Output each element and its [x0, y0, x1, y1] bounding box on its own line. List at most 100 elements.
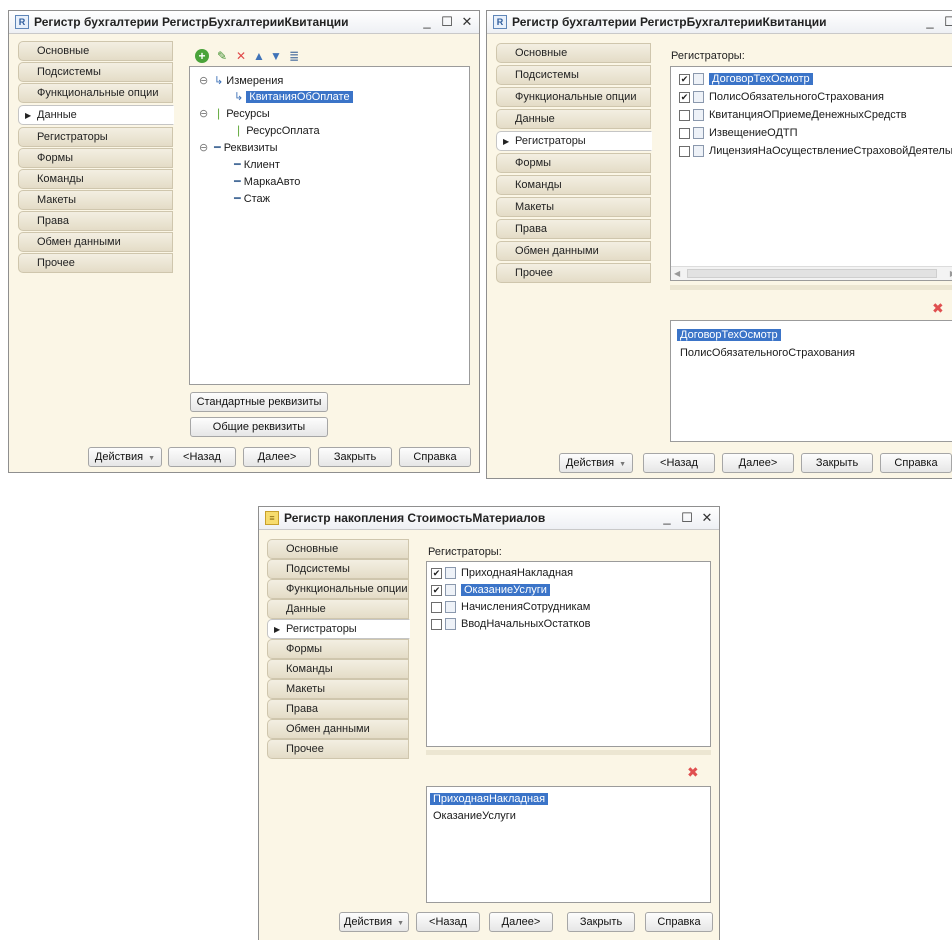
close-icon[interactable]: ✕ — [461, 14, 473, 30]
actions-button[interactable]: Действия ▼ — [339, 912, 409, 932]
tree-group-dimensions[interactable]: ↳ Измерения — [214, 73, 283, 89]
tab-other[interactable]: Прочее — [267, 739, 409, 759]
move-up-icon[interactable]: ▲ — [252, 49, 266, 63]
tab-subsystems[interactable]: Подсистемы — [18, 62, 173, 82]
standard-attributes-button[interactable]: Стандартные реквизиты — [190, 392, 328, 412]
back-button[interactable]: <Назад — [168, 447, 236, 467]
tab-layouts[interactable]: Макеты — [267, 679, 409, 699]
tab-commands[interactable]: Команды — [496, 175, 651, 195]
next-button[interactable]: Далее> — [243, 447, 311, 467]
tab-data-exchange[interactable]: Обмен данными — [18, 232, 173, 252]
tree-group-resources[interactable]: ❘ Ресурсы — [214, 106, 270, 122]
registrator-row[interactable]: НачисленияСотрудникам — [431, 600, 590, 616]
actions-button[interactable]: Действия ▼ — [88, 447, 162, 467]
tab-forms[interactable]: Формы — [18, 148, 173, 168]
selected-list-item[interactable]: ОказаниеУслуги — [433, 808, 516, 824]
registrator-row[interactable]: ✔ ПолисОбязательногоСтрахования — [679, 90, 884, 106]
tab-basic[interactable]: Основные — [496, 43, 651, 63]
move-down-icon[interactable]: ▼ — [269, 49, 283, 63]
back-button[interactable]: <Назад — [643, 453, 715, 473]
tab-rights[interactable]: Права — [267, 699, 409, 719]
registrators-list[interactable]: ✔ ДоговорТехОсмотр ✔ ПолисОбязательногоСтр… — [670, 66, 952, 281]
splitter[interactable] — [670, 285, 952, 290]
tab-subsystems[interactable]: Подсистемы — [496, 65, 651, 85]
selected-registrators-list[interactable]: ДоговорТехОсмотр ПолисОбязательногоСтрах… — [670, 320, 952, 442]
actions-button[interactable]: Действия ▼ — [559, 453, 633, 473]
selected-list-item[interactable]: ПолисОбязательногоСтрахования — [680, 345, 855, 361]
minimize-icon[interactable]: _ — [661, 510, 673, 526]
scroll-left-icon[interactable]: ◀ — [674, 267, 680, 280]
back-button[interactable]: <Назад — [416, 912, 480, 932]
collapse-icon[interactable]: ⊖ — [199, 107, 208, 120]
registrator-row[interactable]: ✔ ОказаниеУслуги — [431, 583, 550, 599]
registrator-row[interactable]: ✔ ПриходнаяНакладная — [431, 566, 573, 582]
minimize-icon[interactable]: _ — [421, 14, 433, 30]
tab-layouts[interactable]: Макеты — [496, 197, 651, 217]
tab-registrators[interactable]: Регистраторы — [18, 127, 173, 147]
tree-item-attribute[interactable]: ━ МаркаАвто — [234, 174, 300, 190]
help-button[interactable]: Справка — [880, 453, 952, 473]
add-icon[interactable]: + — [195, 49, 209, 63]
maximize-icon[interactable]: ☐ — [681, 510, 693, 526]
registrator-row[interactable]: ИзвещениеОДТП — [679, 126, 798, 142]
registrators-list[interactable]: ✔ ПриходнаяНакладная ✔ ОказаниеУслуги Начи… — [426, 561, 711, 747]
checkbox[interactable] — [431, 618, 442, 630]
checkbox[interactable]: ✔ — [679, 73, 690, 85]
selected-list-item[interactable]: ПриходнаяНакладная — [430, 791, 549, 807]
splitter[interactable] — [426, 750, 711, 755]
minimize-icon[interactable]: _ — [924, 14, 936, 30]
close-button[interactable]: Закрыть — [801, 453, 873, 473]
tab-other[interactable]: Прочее — [496, 263, 651, 283]
close-button[interactable]: Закрыть — [318, 447, 392, 467]
tab-subsystems[interactable]: Подсистемы — [267, 559, 409, 579]
tree-item-attribute[interactable]: ━ Стаж — [234, 191, 270, 207]
tree-group-attributes[interactable]: ━ Реквизиты — [214, 140, 278, 156]
tab-functional-options[interactable]: Функциональные опции — [496, 87, 651, 107]
tree-item-attribute[interactable]: ━ Клиент — [234, 157, 280, 173]
registrator-row[interactable]: ЛицензияНаОсуществлениеСтраховойДеятельн — [679, 144, 952, 160]
tab-functional-options[interactable]: Функциональные опции — [267, 579, 409, 599]
tree-item-resource[interactable]: ❘ РесурсОплата — [234, 123, 320, 139]
checkbox[interactable] — [679, 145, 690, 157]
tab-data[interactable]: Данные — [496, 109, 651, 129]
tab-data[interactable]: Данные — [267, 599, 409, 619]
collapse-icon[interactable]: ⊖ — [199, 74, 208, 87]
edit-icon[interactable]: ✎ — [215, 49, 229, 63]
tab-basic[interactable]: Основные — [267, 539, 409, 559]
tab-functional-options[interactable]: Функциональные опции — [18, 83, 173, 103]
close-button[interactable]: Закрыть — [567, 912, 635, 932]
collapse-icon[interactable]: ⊖ — [199, 141, 208, 154]
checkbox[interactable] — [679, 109, 690, 121]
tab-data-exchange[interactable]: Обмен данными — [267, 719, 409, 739]
checkbox[interactable] — [431, 601, 442, 613]
list-icon[interactable]: ≣ — [287, 49, 301, 63]
delete-icon[interactable]: ✕ — [234, 49, 248, 63]
tab-commands[interactable]: Команды — [18, 169, 173, 189]
horizontal-scrollbar[interactable]: ◀ ▶ — [671, 266, 952, 280]
tab-rights[interactable]: Права — [18, 211, 173, 231]
delete-icon[interactable]: ✖ — [932, 300, 944, 317]
maximize-icon[interactable]: ☐ — [944, 14, 952, 30]
maximize-icon[interactable]: ☐ — [441, 14, 453, 30]
tab-forms[interactable]: Формы — [496, 153, 651, 173]
tree-item-dimension[interactable]: ↳ КвитанияОбОплате — [234, 89, 353, 105]
help-button[interactable]: Справка — [399, 447, 471, 467]
help-button[interactable]: Справка — [645, 912, 713, 932]
tab-rights[interactable]: Права — [496, 219, 651, 239]
tab-basic[interactable]: Основные — [18, 41, 173, 61]
tab-registrators[interactable]: ▶ Регистраторы — [496, 131, 652, 151]
registrator-row[interactable]: КвитанцияОПриемеДенежныхСредств — [679, 108, 907, 124]
common-attributes-button[interactable]: Общие реквизиты — [190, 417, 328, 437]
tab-layouts[interactable]: Макеты — [18, 190, 173, 210]
scrollbar-thumb[interactable] — [687, 269, 937, 278]
close-icon[interactable]: ✕ — [701, 510, 713, 526]
next-button[interactable]: Далее> — [489, 912, 553, 932]
tab-registrators[interactable]: ▶ Регистраторы — [267, 619, 410, 639]
selected-list-item[interactable]: ДоговорТехОсмотр — [677, 327, 781, 343]
tab-data-exchange[interactable]: Обмен данными — [496, 241, 651, 261]
data-tree[interactable]: ⊖ ↳ Измерения ↳ КвитанияОбОплате ⊖ ❘ Рес… — [189, 66, 470, 385]
registrator-row[interactable]: ВводНачальныхОстатков — [431, 617, 590, 633]
checkbox[interactable]: ✔ — [679, 91, 690, 103]
checkbox[interactable]: ✔ — [431, 567, 442, 579]
checkbox[interactable] — [679, 127, 690, 139]
